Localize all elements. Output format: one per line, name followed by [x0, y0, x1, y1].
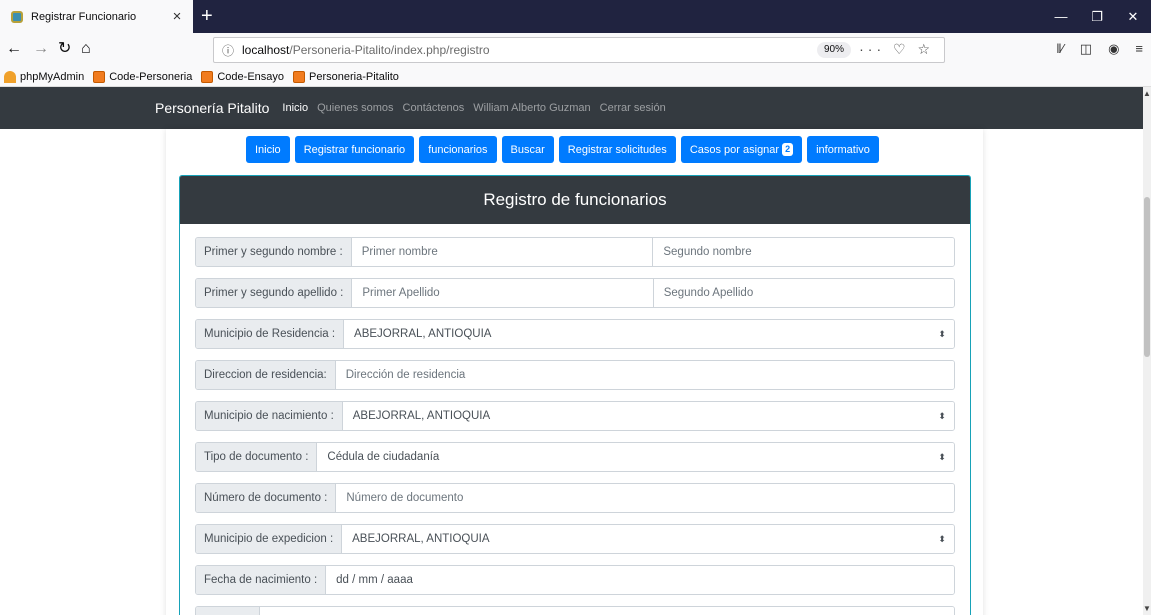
url-path: /Personeria-Pitalito/index.php/registro	[289, 43, 490, 57]
registrar-funcionario-button[interactable]: Registrar funcionario	[294, 136, 415, 163]
library-icon[interactable]: ‖⁄	[1056, 41, 1064, 57]
buscar-button[interactable]: Buscar	[501, 136, 554, 163]
casos-count-badge: 2	[782, 143, 794, 156]
casos-por-asignar-button[interactable]: Casos por asignar 2	[680, 136, 803, 163]
fecha-nacimiento-label: Fecha de nacimiento :	[196, 566, 327, 594]
nav-contactenos[interactable]: Contáctenos	[403, 102, 465, 114]
numero-documento-group: Número de documento : Número de document…	[195, 483, 955, 513]
page-scrollbar[interactable]: ▲ ▼	[1143, 87, 1151, 615]
bookmark-phpmyadmin[interactable]: phpMyAdmin	[4, 70, 85, 83]
municipio-expedicion-group: Municipio de expedicion : ABEJORRAL, ANT…	[195, 524, 955, 554]
casos-label: Casos por asignar	[689, 143, 780, 156]
nav-user[interactable]: William Alberto Guzman	[473, 102, 590, 114]
municipio-residencia-label: Municipio de Residencia :	[196, 320, 345, 348]
segundo-nombre-input[interactable]: Segundo nombre	[653, 238, 954, 266]
back-icon[interactable]: ←	[6, 39, 22, 59]
bookmark-label: phpMyAdmin	[20, 70, 85, 83]
municipio-expedicion-label: Municipio de expedicion :	[196, 525, 343, 553]
page-content: Personería Pitalito Inicio Quienes somos…	[0, 87, 1143, 615]
direccion-input[interactable]: Dirección de residencia	[335, 361, 954, 389]
bookmark-label: Personeria-Pitalito	[309, 70, 399, 83]
code-icon	[93, 70, 106, 83]
fecha-nacimiento-input[interactable]: dd / mm / aaaa	[326, 566, 954, 594]
tipo-documento-group: Tipo de documento : Cédula de ciudadanía…	[195, 442, 955, 472]
select-arrow-icon[interactable]: ⬍	[930, 443, 954, 471]
nav-cerrar-sesion[interactable]: Cerrar sesión	[600, 102, 666, 114]
bookmark-label: Code-Personeria	[109, 70, 193, 83]
bookmark-code-ensayo[interactable]: Code-Ensayo	[201, 70, 285, 83]
site-favicon-icon	[11, 10, 23, 23]
direccion-group: Direccion de residencia: Dirección de re…	[195, 360, 955, 390]
account-icon[interactable]: ◉	[1108, 41, 1119, 57]
tipo-documento-label: Tipo de documento :	[196, 443, 318, 471]
phpmyadmin-icon	[4, 70, 16, 83]
browser-tools: ‖⁄ ◫ ◉ ≡	[1056, 41, 1143, 57]
nav-inicio[interactable]: Inicio	[282, 102, 308, 114]
apellidos-label: Primer y segundo apellido :	[196, 279, 353, 307]
primer-apellido-input[interactable]: Primer Apellido	[352, 279, 654, 307]
inicio-button[interactable]: Inicio	[246, 136, 290, 163]
close-window-icon[interactable]: ✕	[1115, 0, 1151, 33]
select-arrow-icon[interactable]: ⬍	[930, 320, 954, 348]
bookmark-personeria-pitalito[interactable]: Personeria-Pitalito	[293, 70, 399, 83]
next-field-label	[196, 607, 260, 615]
action-buttons: Inicio Registrar funcionario funcionario…	[246, 136, 879, 163]
tipo-documento-select[interactable]: Cédula de ciudadanía	[317, 443, 930, 471]
bookmark-code-personeria[interactable]: Code-Personeria	[93, 70, 193, 83]
browser-tab-bar: Registrar Funcionario × + — ❐ ✕	[0, 0, 1151, 33]
registro-card: Registro de funcionarios Primer y segund…	[179, 175, 971, 615]
new-tab-icon[interactable]: +	[201, 4, 213, 28]
scroll-thumb[interactable]	[1144, 197, 1150, 357]
home-icon[interactable]: ⌂	[81, 39, 91, 59]
address-bar[interactable]: ⓘ localhost /Personeria-Pitalito/index.p…	[213, 37, 945, 63]
municipio-expedicion-select[interactable]: ABEJORRAL, ANTIOQUIA	[342, 525, 930, 553]
site-info-icon[interactable]: ⓘ	[222, 42, 234, 59]
tab-title: Registrar Funcionario	[31, 10, 137, 23]
municipio-nacimiento-label: Municipio de nacimiento :	[196, 402, 343, 430]
bookmark-label: Code-Ensayo	[217, 70, 285, 83]
url-host: localhost	[242, 43, 290, 57]
next-field-input[interactable]	[260, 607, 954, 615]
zoom-level[interactable]: 90%	[816, 42, 851, 58]
scroll-up-icon[interactable]: ▲	[1143, 89, 1151, 98]
menu-icon[interactable]: ≡	[1135, 41, 1143, 57]
municipio-nacimiento-group: Municipio de nacimiento : ABEJORRAL, ANT…	[195, 401, 955, 431]
code-icon	[293, 70, 306, 83]
code-icon	[201, 70, 214, 83]
funcionarios-button[interactable]: funcionarios	[419, 136, 497, 163]
numero-documento-input[interactable]: Número de documento	[336, 484, 954, 512]
segundo-apellido-input[interactable]: Segundo Apellido	[653, 279, 954, 307]
municipio-nacimiento-select[interactable]: ABEJORRAL, ANTIOQUIA	[342, 402, 930, 430]
scroll-down-icon[interactable]: ▼	[1143, 604, 1151, 613]
forward-icon[interactable]: →	[33, 39, 49, 59]
nav-quienes-somos[interactable]: Quienes somos	[317, 102, 393, 114]
minimize-icon[interactable]: —	[1043, 0, 1079, 33]
close-tab-icon[interactable]: ×	[167, 8, 187, 25]
informativo-button[interactable]: informativo	[807, 136, 879, 163]
direccion-label: Direccion de residencia:	[196, 361, 336, 389]
select-arrow-icon[interactable]: ⬍	[930, 402, 954, 430]
primer-nombre-input[interactable]: Primer nombre	[351, 238, 654, 266]
next-field-group	[195, 606, 955, 615]
apellidos-group: Primer y segundo apellido : Primer Apell…	[195, 278, 955, 308]
site-navbar: Personería Pitalito Inicio Quienes somos…	[0, 87, 1143, 129]
municipio-residencia-select[interactable]: ABEJORRAL, ANTIOQUIA	[344, 320, 930, 348]
bookmarks-bar: phpMyAdmin Code-Personeria Code-Ensayo P…	[0, 67, 1151, 87]
browser-toolbar: ← → ↻ ⌂ ⓘ localhost /Personeria-Pitalito…	[0, 33, 1151, 67]
sidebar-icon[interactable]: ◫	[1080, 41, 1092, 57]
page-actions-icon[interactable]: ··· ♡ ☆	[859, 41, 934, 58]
reload-icon[interactable]: ↻	[58, 39, 71, 59]
numero-documento-label: Número de documento :	[196, 484, 337, 512]
select-arrow-icon[interactable]: ⬍	[930, 525, 954, 553]
municipio-residencia-group: Municipio de Residencia : ABEJORRAL, ANT…	[195, 319, 955, 349]
browser-tab[interactable]: Registrar Funcionario ×	[0, 0, 193, 33]
fecha-nacimiento-group: Fecha de nacimiento : dd / mm / aaaa	[195, 565, 955, 595]
form-title: Registro de funcionarios	[180, 176, 970, 224]
registrar-solicitudes-button[interactable]: Registrar solicitudes	[558, 136, 676, 163]
site-brand[interactable]: Personería Pitalito	[155, 100, 269, 116]
nombres-label: Primer y segundo nombre :	[196, 238, 352, 266]
nombres-group: Primer y segundo nombre : Primer nombre …	[195, 237, 955, 267]
window-controls: — ❐ ✕	[1043, 0, 1151, 33]
restore-icon[interactable]: ❐	[1079, 0, 1115, 33]
